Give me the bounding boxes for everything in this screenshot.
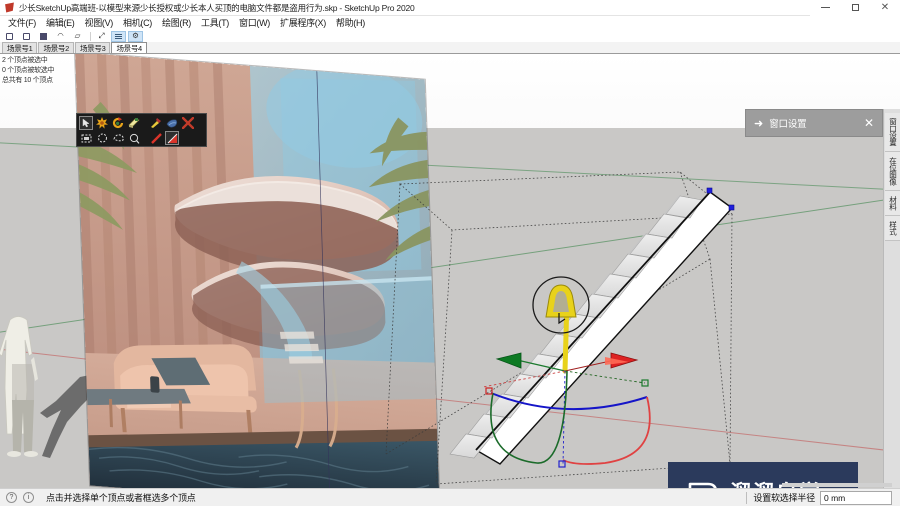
palette-row-primary	[79, 116, 204, 130]
info-icon[interactable]: i	[23, 492, 34, 503]
right-tab-strip: 窗口设置 在位图像 材料 样式	[883, 109, 900, 488]
title-bar: 少长SketchUp高端班-以模型来源少长授权或少长本人买顶的电脑文件都是盗用行…	[0, 0, 900, 16]
menu-camera[interactable]: 相机(C)	[118, 16, 157, 30]
menu-bar: 文件(F) 编辑(E) 视图(V) 相机(C) 绘图(R) 工具(T) 窗口(W…	[0, 16, 900, 30]
palette-row-selection	[79, 131, 204, 145]
save-button[interactable]	[36, 31, 51, 42]
menu-edit[interactable]: 编辑(E)	[41, 16, 80, 30]
menu-tools[interactable]: 工具(T)	[196, 16, 234, 30]
vtab-inplace-image[interactable]: 在位图像	[884, 152, 900, 191]
status-divider	[746, 491, 748, 504]
transform-gizmo[interactable]	[455, 269, 685, 484]
vertex-status-overlay: 2 个顶点被选中 0 个顶点被软选中 总共有 10 个顶点	[2, 56, 54, 86]
maximize-button[interactable]	[840, 0, 870, 16]
sketchup-icon	[4, 2, 15, 13]
scene-tab-1[interactable]: 场景号1	[2, 42, 38, 53]
move-vertices-tool-button[interactable]	[95, 116, 109, 130]
settings-button[interactable]: ⚙	[128, 30, 143, 42]
play-logo-icon	[682, 478, 722, 488]
close-palette-tool-button[interactable]	[181, 116, 195, 130]
toolbar-separator	[90, 31, 91, 41]
menu-view[interactable]: 视图(V)	[80, 16, 119, 30]
plane-tool-button[interactable]	[165, 131, 179, 145]
rect-select-tool-button[interactable]	[79, 131, 93, 145]
vertex-tools-palette	[76, 113, 207, 147]
scene-tab-2[interactable]: 场景号2	[38, 42, 74, 53]
vtab-styles[interactable]: 样式	[884, 216, 900, 241]
minimize-button[interactable]	[810, 0, 840, 16]
menu-extensions[interactable]: 扩展程序(X)	[275, 16, 331, 30]
vertex-status-line-2: 0 个顶点被软选中	[2, 67, 55, 74]
main-toolbar: ◠ ▱ ⤢ ⚙	[0, 30, 900, 42]
scale-button[interactable]: ⤢	[94, 31, 109, 42]
question-icon[interactable]: ?	[6, 492, 17, 503]
new-document-button[interactable]	[2, 31, 17, 42]
vertex-status-line-3: 总共有 10 个顶点	[2, 77, 53, 84]
status-bar-right: 设置软选择半径	[746, 483, 900, 506]
open-folder-button[interactable]	[19, 31, 34, 42]
vertex-status-line-1: 2 个顶点被选中	[2, 57, 48, 64]
line-tool-button[interactable]	[149, 131, 163, 145]
scene-tab-4[interactable]: 场景号4	[111, 42, 147, 53]
status-progress-bar	[782, 483, 892, 487]
scale-tool-button[interactable]	[127, 116, 141, 130]
panel-close-icon[interactable]: ✕	[864, 117, 874, 129]
window-settings-panel-header[interactable]: ➜ 窗口设置 ✕	[745, 109, 883, 137]
model-viewport[interactable]: 2 个顶点被选中 0 个顶点被软选中 总共有 10 个顶点 ➜ 窗口设置 ✕ 窗…	[0, 54, 900, 488]
pan-button[interactable]: ▱	[70, 31, 85, 42]
soft-selection-radius-input[interactable]	[820, 490, 892, 505]
scene-tab-bar: 场景号1 场景号2 场景号3 场景号4	[0, 42, 900, 54]
vtab-materials[interactable]: 材料	[884, 191, 900, 216]
rotate-tool-button[interactable]	[111, 116, 125, 130]
vtab-window-settings[interactable]: 窗口设置	[884, 113, 900, 152]
circle-select-tool-button[interactable]	[95, 131, 109, 145]
menu-window[interactable]: 窗口(W)	[234, 16, 275, 30]
window-controls: ✕	[810, 0, 900, 16]
menu-draw[interactable]: 绘图(R)	[157, 16, 196, 30]
scene-tab-3[interactable]: 场景号3	[74, 42, 111, 53]
menu-file[interactable]: 文件(F)	[3, 16, 41, 30]
layers-button[interactable]	[111, 30, 126, 42]
status-bar: ? i 点击并选择单个顶点或者框选多个顶点 设置软选择半径	[0, 483, 900, 506]
arrow-right-icon[interactable]: ➜	[754, 117, 763, 130]
soft-selection-radius-label: 设置软选择半径	[753, 493, 815, 503]
paint-tool-button[interactable]	[165, 116, 179, 130]
window-settings-title: 窗口设置	[769, 119, 807, 130]
select-tool-button[interactable]	[79, 116, 93, 130]
window-title: 少长SketchUp高端班-以模型来源少长授权或少长本人买顶的电脑文件都是盗用行…	[19, 2, 415, 13]
pin-tool-button[interactable]	[149, 116, 163, 130]
sketchup-window: 少长SketchUp高端班-以模型来源少长授权或少长本人买顶的电脑文件都是盗用行…	[0, 0, 900, 506]
close-button[interactable]: ✕	[870, 0, 900, 16]
lasso-select-tool-button[interactable]	[111, 131, 125, 145]
status-message: 点击并选择单个顶点或者框选多个顶点	[46, 493, 196, 503]
free-select-tool-button[interactable]	[127, 131, 141, 145]
menu-help[interactable]: 帮助(H)	[331, 16, 370, 30]
eraser-button[interactable]: ◠	[53, 31, 68, 42]
